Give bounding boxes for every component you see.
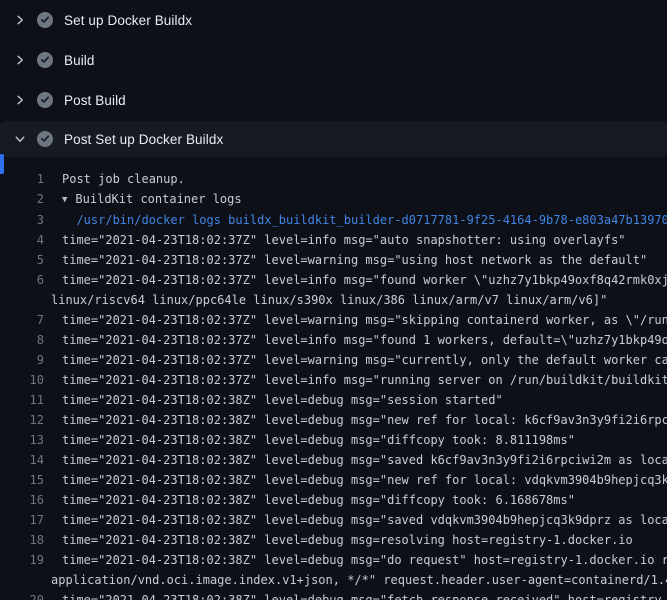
log-line-text: time="2021-04-23T18:02:38Z" level=debug … (44, 590, 667, 600)
step-post-set-up-docker-buildx[interactable]: Post Set up Docker Buildx (0, 121, 667, 157)
log-line-number[interactable]: 8 (0, 330, 44, 350)
chevron-right-icon (14, 54, 26, 66)
check-circle-icon (37, 131, 53, 147)
log-line-text: time="2021-04-23T18:02:38Z" level=debug … (44, 410, 667, 430)
log-line-number[interactable]: 10 (0, 370, 44, 390)
log-line-text: application/vnd.oci.image.index.v1+json,… (44, 570, 667, 590)
log-line-text: time="2021-04-23T18:02:37Z" level=warnin… (44, 250, 647, 270)
log-line: 12 time="2021-04-23T18:02:38Z" level=deb… (0, 410, 667, 430)
log-line-number[interactable]: 19 (0, 550, 44, 570)
log-line-number[interactable]: 17 (0, 510, 44, 530)
log-line-text: time="2021-04-23T18:02:37Z" level=warnin… (44, 350, 667, 370)
log-line-text: time="2021-04-23T18:02:38Z" level=debug … (44, 510, 667, 530)
log-line-number[interactable]: 20 (0, 590, 44, 600)
log-line: 6 time="2021-04-23T18:02:37Z" level=info… (0, 270, 667, 290)
log-line-number[interactable]: 2 (0, 189, 44, 210)
log-line-number[interactable]: 12 (0, 410, 44, 430)
log-line-number[interactable]: 15 (0, 470, 44, 490)
log-line: 4 time="2021-04-23T18:02:37Z" level=info… (0, 230, 667, 250)
log-line: 15 time="2021-04-23T18:02:38Z" level=deb… (0, 470, 667, 490)
log-line: 1 Post job cleanup. (0, 169, 667, 189)
log-line-number (0, 290, 44, 310)
check-circle-icon (37, 52, 53, 68)
log-line-number[interactable]: 1 (0, 169, 44, 189)
step-label: Build (64, 53, 95, 68)
log-group-label: BuildKit container logs (75, 192, 241, 206)
log-line-number[interactable]: 6 (0, 270, 44, 290)
step-label: Set up Docker Buildx (64, 13, 192, 28)
log-line: 11 time="2021-04-23T18:02:38Z" level=deb… (0, 390, 667, 410)
log-line-text: time="2021-04-23T18:02:37Z" level=info m… (44, 370, 667, 390)
log-line: 9 time="2021-04-23T18:02:37Z" level=warn… (0, 350, 667, 370)
step-label: Post Set up Docker Buildx (64, 132, 223, 147)
log-line-number[interactable]: 7 (0, 310, 44, 330)
check-circle-icon (37, 12, 53, 28)
log-line: 18 time="2021-04-23T18:02:38Z" level=deb… (0, 530, 667, 550)
log-line-text: time="2021-04-23T18:02:37Z" level=info m… (44, 230, 626, 250)
log-line-continuation: linux/riscv64 linux/ppc64le linux/s390x … (0, 290, 667, 310)
chevron-down-icon (14, 133, 26, 145)
log-line-text: time="2021-04-23T18:02:38Z" level=debug … (44, 390, 503, 410)
log-viewer: 1 Post job cleanup. 2 ▼ BuildKit containe… (0, 157, 667, 600)
log-line: 20 time="2021-04-23T18:02:38Z" level=deb… (0, 590, 667, 600)
expand-triangle-icon: ▼ (62, 190, 67, 210)
log-line: 3 /usr/bin/docker logs buildx_buildkit_b… (0, 210, 667, 230)
log-line-number[interactable]: 4 (0, 230, 44, 250)
log-line-text: time="2021-04-23T18:02:37Z" level=warnin… (44, 310, 667, 330)
log-line-number[interactable]: 9 (0, 350, 44, 370)
log-line-number[interactable]: 3 (0, 210, 44, 230)
step-post-build[interactable]: Post Build (0, 80, 667, 120)
log-line-number[interactable]: 16 (0, 490, 44, 510)
log-line: 5 time="2021-04-23T18:02:37Z" level=warn… (0, 250, 667, 270)
log-line-text: Post job cleanup. (44, 169, 185, 189)
log-line-text: time="2021-04-23T18:02:37Z" level=info m… (44, 270, 667, 290)
step-set-up-docker-buildx[interactable]: Set up Docker Buildx (0, 0, 667, 40)
log-line: 7 time="2021-04-23T18:02:37Z" level=warn… (0, 310, 667, 330)
log-line-number[interactable]: 5 (0, 250, 44, 270)
log-line-text: linux/riscv64 linux/ppc64le linux/s390x … (44, 290, 607, 310)
log-line: 2 ▼ BuildKit container logs (0, 189, 667, 210)
steps-list: Set up Docker Buildx Build Post Build Po… (0, 0, 667, 157)
log-line-text: time="2021-04-23T18:02:38Z" level=debug … (44, 430, 575, 450)
log-line: 13 time="2021-04-23T18:02:38Z" level=deb… (0, 430, 667, 450)
log-line-number[interactable]: 18 (0, 530, 44, 550)
log-group-toggle[interactable]: ▼ BuildKit container logs (44, 189, 242, 210)
log-line-text: time="2021-04-23T18:02:38Z" level=debug … (44, 450, 667, 470)
chevron-right-icon (14, 14, 26, 26)
log-line-number (0, 570, 44, 590)
log-line-text: time="2021-04-23T18:02:38Z" level=debug … (44, 530, 633, 550)
log-line: 17 time="2021-04-23T18:02:38Z" level=deb… (0, 510, 667, 530)
log-line: 14 time="2021-04-23T18:02:38Z" level=deb… (0, 450, 667, 470)
step-build[interactable]: Build (0, 40, 667, 80)
log-line-number[interactable]: 11 (0, 390, 44, 410)
log-line-text: time="2021-04-23T18:02:38Z" level=debug … (44, 550, 667, 570)
log-line: 10 time="2021-04-23T18:02:37Z" level=inf… (0, 370, 667, 390)
log-line-text: time="2021-04-23T18:02:38Z" level=debug … (44, 490, 575, 510)
step-label: Post Build (64, 93, 126, 108)
log-line: 8 time="2021-04-23T18:02:37Z" level=info… (0, 330, 667, 350)
blue-edge-marker (0, 154, 4, 174)
log-line: 19 time="2021-04-23T18:02:38Z" level=deb… (0, 550, 667, 570)
log-line-number[interactable]: 14 (0, 450, 44, 470)
log-line: 16 time="2021-04-23T18:02:38Z" level=deb… (0, 490, 667, 510)
log-line-continuation: application/vnd.oci.image.index.v1+json,… (0, 570, 667, 590)
log-line-text: time="2021-04-23T18:02:37Z" level=info m… (44, 330, 667, 350)
log-command-text: /usr/bin/docker logs buildx_buildkit_bui… (44, 210, 667, 230)
log-line-text: time="2021-04-23T18:02:38Z" level=debug … (44, 470, 667, 490)
log-line-number[interactable]: 13 (0, 430, 44, 450)
chevron-right-icon (14, 94, 26, 106)
check-circle-icon (37, 92, 53, 108)
